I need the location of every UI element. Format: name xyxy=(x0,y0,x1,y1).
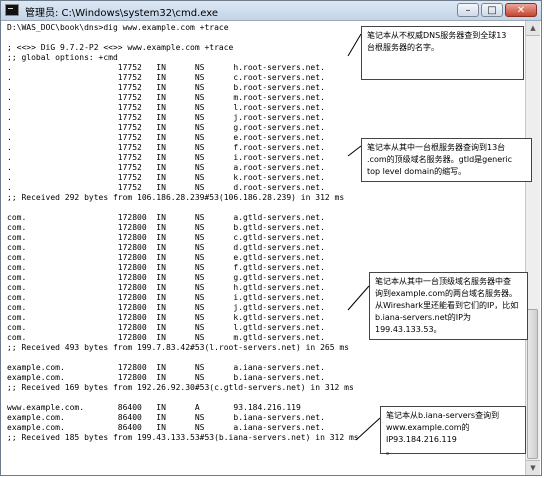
minimize-icon[interactable]: – xyxy=(457,3,479,17)
vertical-scrollbar[interactable]: ▲ ▼ xyxy=(525,21,540,475)
callout-text: 从Wireshark里还能看到它们的IP，比如 xyxy=(375,301,519,310)
window-title: 管理员: C:\Windows\system32\cmd.exe xyxy=(25,8,219,19)
callout-text: www.example.com的IP93.184.216.119 xyxy=(386,423,470,444)
callout-text: 笔记本从不权威DNS服务器查到全球13 xyxy=(367,31,507,40)
scroll-down-arrow-icon[interactable]: ▼ xyxy=(526,460,540,475)
callout-tld-servers: 笔记本从其中一台根服务器查询到13台 .com的顶级域名服务器。gtld是gen… xyxy=(361,138,532,182)
close-icon[interactable]: ✕ xyxy=(505,3,537,17)
callout-text: 。 xyxy=(386,447,394,456)
console-line: ;; Received 493 bytes from 199.7.83.42#5… xyxy=(7,343,349,352)
console-line: D:\WAS_DOC\book\dns>dig www.example.com … xyxy=(7,23,229,32)
title-bar[interactable]: 管理员: C:\Windows\system32\cmd.exe – □ ✕ xyxy=(1,1,541,21)
callout-text: 询到example.com的两台域名服务器。 xyxy=(375,289,518,298)
callout-text: 笔记本从其中一台根服务器查询到13台 xyxy=(367,143,506,152)
scrollbar-thumb[interactable] xyxy=(527,309,538,459)
callout-root-servers: 笔记本从不权威DNS服务器查到全球13 台根服务器的名字。 xyxy=(361,26,524,80)
console-line: ;; Received 292 bytes from 106.186.28.23… xyxy=(7,193,345,202)
callout-text: 笔记本从其中一台顶级域名服务器中查 xyxy=(375,277,511,286)
callout-text: top level domain的缩写。 xyxy=(367,167,467,176)
scroll-up-arrow-icon[interactable]: ▲ xyxy=(526,21,540,36)
callout-domain-servers: 笔记本从其中一台顶级域名服务器中查 询到example.com的两台域名服务器。… xyxy=(369,272,528,340)
callout-text: 笔记本从b.iana-servers查询到 xyxy=(386,411,500,420)
maximize-icon[interactable]: □ xyxy=(481,3,503,17)
console-line: ;; Received 169 bytes from 192.26.92.30#… xyxy=(7,383,354,392)
callout-text: .com的顶级域名服务器。gtld是generic xyxy=(367,155,513,164)
callout-text: b.iana-servers.net的IP为199.43.133.53。 xyxy=(375,313,471,334)
console-window-icon[interactable] xyxy=(5,4,19,16)
console-line: ;; Received 185 bytes from 199.43.133.53… xyxy=(7,433,359,442)
callout-final-answer: 笔记本从b.iana-servers查询到 www.example.com的IP… xyxy=(380,406,526,456)
callout-text: 台根服务器的名字。 xyxy=(367,43,439,52)
